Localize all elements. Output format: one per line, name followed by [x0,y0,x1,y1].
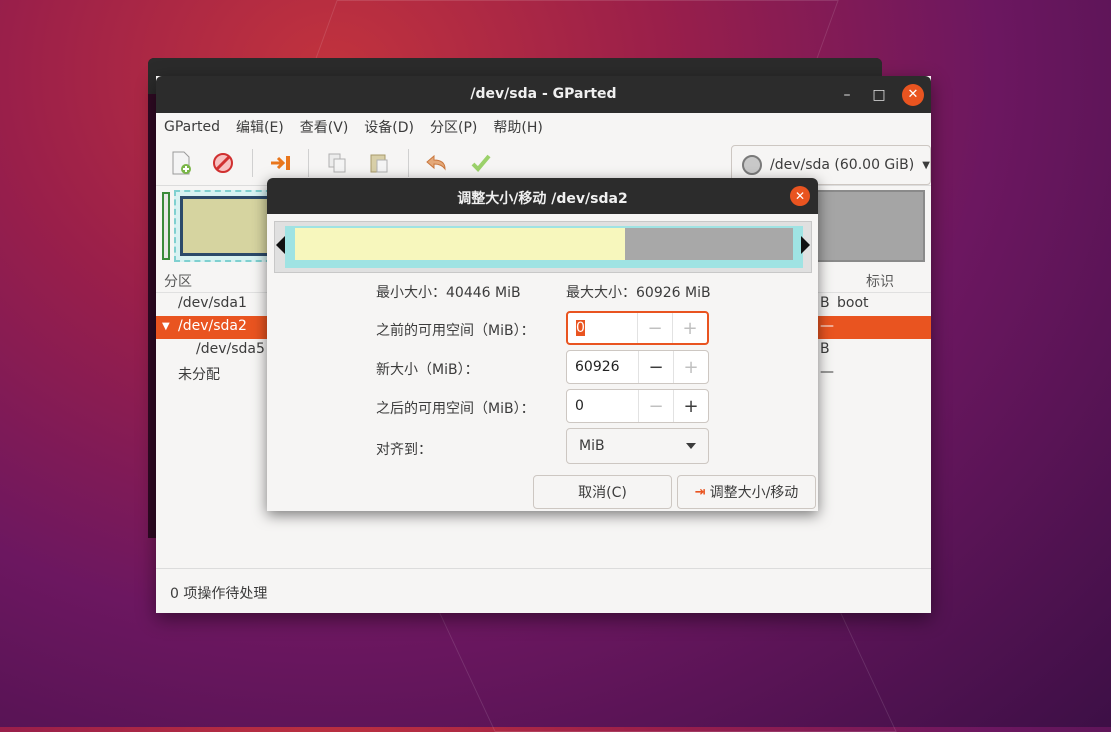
toolbar-separator [252,149,253,177]
align-to-select[interactable]: MiB [566,428,709,464]
new-size-label: 新大小（MiB）： [376,362,479,378]
partition-size-tail: B [820,295,830,311]
free-before-value: 0 [576,320,585,336]
status-bar: 0 项操作待处理 [156,568,931,613]
decrement-icon[interactable]: − [638,351,673,383]
paste-icon[interactable] [364,149,394,177]
window-titlebar[interactable]: /dev/sda - GParted – □ ✕ [156,76,931,113]
free-before-spinbutton[interactable]: 0 − + [566,311,709,345]
column-header-partition[interactable]: 分区 [164,271,192,291]
partition-size-tail: — [820,318,834,334]
toolbar-separator [408,149,409,177]
window-title: /dev/sda - GParted [470,86,617,102]
left-resize-handle-icon[interactable] [276,236,285,254]
diskmap-unallocated[interactable]: iB [787,190,925,262]
menu-view[interactable]: 查看(V) [300,117,349,137]
partition-name: /dev/sda2 [178,318,247,334]
new-partition-icon[interactable] [166,149,196,177]
cancel-button[interactable]: 取消(C) [533,475,672,509]
undo-icon[interactable] [422,149,452,177]
free-before-input[interactable]: 0 [568,320,637,336]
diskmap-sda1[interactable] [162,192,170,260]
delete-partition-icon[interactable] [208,149,238,177]
menu-gparted[interactable]: GParted [164,119,220,135]
resize-move-button-label: 调整大小/移动 [709,485,799,501]
copy-icon[interactable] [322,149,352,177]
resize-move-button[interactable]: ⇥ 调整大小/移动 [677,475,816,509]
chevron-down-icon: ▼ [922,159,930,171]
menu-edit[interactable]: 编辑(E) [236,117,284,137]
right-resize-handle-icon[interactable] [801,236,810,254]
menu-device[interactable]: 设备(D) [364,117,414,137]
align-to-label: 对齐到： [376,442,432,458]
dialog-title: 调整大小/移动 /dev/sda2 [457,191,628,207]
resize-move-dialog: 调整大小/移动 /dev/sda2 ✕ 最小大小：40446 MiB 最大大小：… [267,178,818,511]
chevron-down-icon [686,443,696,449]
partition-name: /dev/sda5 [196,341,265,357]
dialog-close-button[interactable]: ✕ [790,186,810,206]
partition-size-tail: B [820,341,830,357]
device-selector-label: /dev/sda (60.00 GiB) [770,157,915,173]
resize-visualizer[interactable] [274,221,812,273]
free-space-bar [625,228,793,260]
partition-name: 未分配 [178,367,220,383]
partition-flags: boot [837,295,869,311]
column-header-flags[interactable]: 标识 [866,271,894,291]
decrement-icon[interactable]: − [637,313,672,343]
increment-icon[interactable]: + [673,351,708,383]
close-button[interactable]: ✕ [902,84,924,106]
free-after-label: 之后的可用空间（MiB）： [376,401,535,417]
disk-icon [742,155,762,175]
increment-icon[interactable]: + [672,313,707,343]
align-to-value: MiB [579,438,605,454]
new-size-spinbutton[interactable]: 60926 − + [566,350,709,384]
max-size-label: 最大大小：60926 MiB [566,285,711,301]
decrement-icon[interactable]: − [638,390,673,422]
free-after-input[interactable]: 0 [567,398,638,414]
free-before-label: 之前的可用空间（MiB）： [376,323,535,339]
dialog-titlebar[interactable]: 调整大小/移动 /dev/sda2 ✕ [267,178,818,214]
pending-operations-status: 0 项操作待处理 [170,586,268,602]
menu-help[interactable]: 帮助(H) [493,117,542,137]
min-size-label: 最小大小：40446 MiB [376,285,521,301]
free-after-spinbutton[interactable]: 0 − + [566,389,709,423]
menu-partition[interactable]: 分区(P) [430,117,477,137]
menu-bar: GParted 编辑(E) 查看(V) 设备(D) 分区(P) 帮助(H) [156,113,931,141]
cancel-button-label: 取消(C) [578,485,627,501]
partition-size-tail: — [820,364,834,380]
toolbar-separator [308,149,309,177]
expander-icon[interactable]: ▼ [162,321,170,332]
partition-name: /dev/sda1 [178,295,247,311]
resize-move-icon[interactable] [266,149,296,177]
increment-icon[interactable]: + [673,390,708,422]
apply-icon[interactable] [466,149,496,177]
minimize-button[interactable]: – [836,84,858,106]
maximize-button[interactable]: □ [868,84,890,106]
new-size-input[interactable]: 60926 [567,359,638,375]
used-space-bar [295,228,625,260]
resize-move-icon: ⇥ [694,484,706,500]
